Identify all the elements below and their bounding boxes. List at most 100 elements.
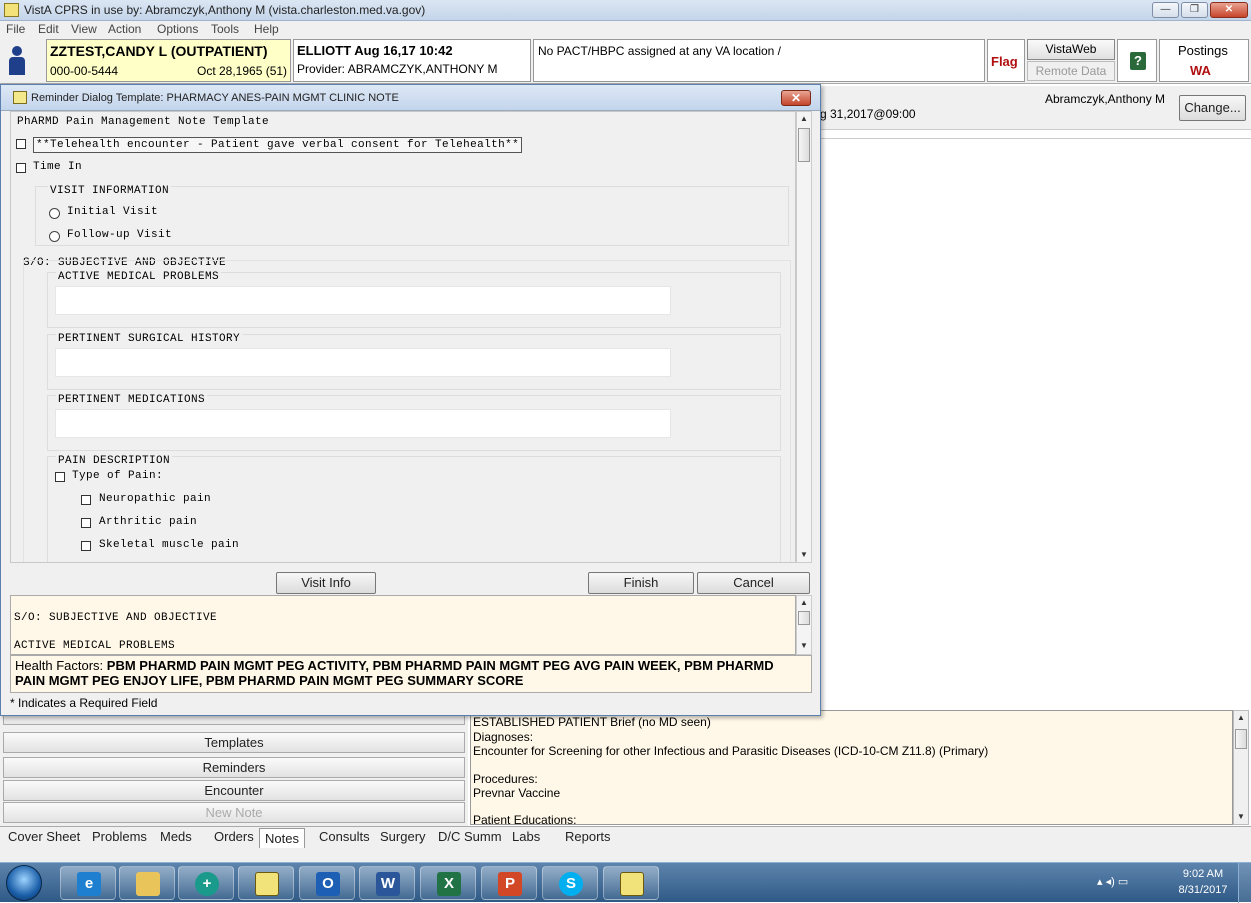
menu-options[interactable]: Options — [157, 22, 198, 36]
cprs-icon: + — [195, 872, 219, 896]
tab-consults[interactable]: Consults — [316, 829, 373, 844]
tab-dc-summ[interactable]: D/C Summ — [435, 829, 505, 844]
tab-meds[interactable]: Meds — [157, 829, 195, 844]
encounter-scrollbar[interactable]: ▲ ▼ — [1233, 710, 1249, 825]
encounter-button[interactable]: Encounter — [3, 780, 465, 801]
arthritic-pain-checkbox[interactable] — [81, 518, 91, 528]
encounter-summary[interactable]: ESTABLISHED PATIENT Brief (no MD seen) D… — [470, 710, 1233, 827]
flag-button[interactable]: Flag — [987, 39, 1025, 82]
tab-orders[interactable]: Orders — [211, 829, 257, 844]
menu-tools[interactable]: Tools — [211, 22, 239, 36]
scroll-up-icon[interactable]: ▲ — [1237, 713, 1245, 722]
telehealth-checkbox[interactable] — [16, 139, 26, 149]
taskbar-ie[interactable]: e — [60, 866, 116, 900]
taskbar-word[interactable]: W — [359, 866, 415, 900]
templates-button[interactable]: Templates — [3, 732, 465, 753]
tab-surgery[interactable]: Surgery — [377, 829, 429, 844]
followup-visit-radio[interactable] — [49, 231, 60, 242]
initial-visit-label: Initial Visit — [67, 206, 159, 218]
scroll-up-icon[interactable]: ▲ — [800, 114, 808, 123]
change-button[interactable]: Change... — [1179, 95, 1246, 121]
menu-file[interactable]: File — [6, 22, 25, 36]
clock-time[interactable]: 9:02 AM — [1179, 868, 1227, 880]
scroll-thumb[interactable] — [798, 128, 810, 162]
diagnosis-text: Encounter for Screening for other Infect… — [473, 744, 989, 758]
menu-view[interactable]: View — [71, 22, 97, 36]
skeletal-muscle-pain-checkbox[interactable] — [81, 541, 91, 551]
maximize-button[interactable]: ❐ — [1181, 2, 1208, 18]
finish-button[interactable]: Finish — [588, 572, 694, 594]
type-of-pain-checkbox[interactable] — [55, 472, 65, 482]
taskbar-notes[interactable] — [603, 866, 659, 900]
visit-info-label: Visit Info — [301, 575, 351, 590]
educations-label: Patient Educations: — [473, 813, 577, 827]
skeletal-muscle-pain-label: Skeletal muscle pain — [99, 539, 240, 551]
taskbar-cprs[interactable]: + — [178, 866, 234, 900]
note-text-pane[interactable]: g 31,2017@09:00 Abramczyk,Anthony M Chan… — [820, 86, 1251, 706]
procedure-text: Prevnar Vaccine — [473, 786, 561, 800]
taskbar-outlook[interactable]: O — [299, 866, 355, 900]
remote-data-button[interactable]: Remote Data — [1027, 61, 1115, 81]
postings-button[interactable]: Postings WA — [1159, 39, 1249, 82]
new-note-button[interactable]: New Note — [3, 802, 465, 823]
flag-label: Flag — [991, 54, 1018, 69]
type-of-pain-label: Type of Pain: — [72, 470, 164, 482]
preview-line-1: S/O: SUBJECTIVE AND OBJECTIVE — [14, 612, 218, 624]
tab-labs[interactable]: Labs — [509, 829, 543, 844]
scroll-thumb[interactable] — [798, 611, 810, 625]
initial-visit-radio[interactable] — [49, 208, 60, 219]
taskbar-powerpoint[interactable]: P — [481, 866, 537, 900]
scroll-thumb[interactable] — [1235, 729, 1247, 749]
start-button[interactable] — [6, 865, 42, 901]
help-button[interactable]: ? — [1117, 39, 1157, 82]
taskbar-skype[interactable]: S — [542, 866, 598, 900]
scroll-up-icon[interactable]: ▲ — [800, 598, 808, 607]
reminders-button[interactable]: Reminders — [3, 757, 465, 778]
taskbar-excel[interactable]: X — [420, 866, 476, 900]
menu-help[interactable]: Help — [254, 22, 279, 36]
scroll-down-icon[interactable]: ▼ — [1237, 812, 1245, 821]
preview-scrollbar[interactable]: ▲ ▼ — [796, 595, 812, 655]
tab-problems[interactable]: Problems — [89, 829, 150, 844]
taskbar: e + O W X P S ▴ ◂) ▭ 9:02 AM 8/31/2017 — [0, 862, 1251, 903]
cancel-button[interactable]: Cancel — [697, 572, 810, 594]
show-desktop-button[interactable] — [1238, 863, 1251, 903]
pact-box[interactable]: No PACT/HBPC assigned at any VA location… — [533, 39, 985, 82]
notepad-icon — [13, 91, 27, 104]
close-button[interactable]: ✕ — [1210, 2, 1248, 18]
active-problems-label: ACTIVE MEDICAL PROBLEMS — [56, 271, 222, 283]
internet-explorer-icon: e — [77, 872, 101, 896]
visit-info-button[interactable]: Visit Info — [276, 572, 376, 594]
tab-notes[interactable]: Notes — [259, 828, 305, 848]
scroll-down-icon[interactable]: ▼ — [800, 550, 808, 559]
medications-memo[interactable] — [55, 409, 671, 438]
taskbar-explorer[interactable] — [119, 866, 175, 900]
template-title: PhARMD Pain Management Note Template — [17, 116, 270, 128]
menu-action[interactable]: Action — [108, 22, 141, 36]
active-problems-memo[interactable] — [55, 286, 671, 315]
folder-icon — [136, 872, 160, 896]
finish-label: Finish — [623, 575, 659, 590]
taskbar-notepad[interactable] — [238, 866, 294, 900]
neuropathic-pain-checkbox[interactable] — [81, 495, 91, 505]
surgical-history-memo[interactable] — [55, 348, 671, 377]
tab-cover-sheet[interactable]: Cover Sheet — [5, 829, 83, 844]
tray-icons[interactable]: ▴ ◂) ▭ — [1097, 875, 1128, 888]
form-scrollbar[interactable]: ▲ ▼ — [796, 111, 812, 563]
scroll-down-icon[interactable]: ▼ — [800, 641, 808, 650]
note-date: g 31,2017@09:00 — [820, 107, 916, 121]
time-in-checkbox[interactable] — [16, 163, 26, 173]
dialog-close-button[interactable]: ✕ — [781, 90, 811, 106]
note-preview[interactable]: S/O: SUBJECTIVE AND OBJECTIVE ACTIVE MED… — [10, 595, 796, 655]
templates-label: Templates — [204, 735, 264, 750]
patient-info-box[interactable]: ZZTEST,CANDY L (OUTPATIENT) 000-00-5444 … — [46, 39, 291, 82]
menu-edit[interactable]: Edit — [38, 22, 59, 36]
procedures-label: Procedures: — [473, 772, 538, 786]
tab-reports[interactable]: Reports — [562, 829, 614, 844]
clock-date[interactable]: 8/31/2017 — [1173, 884, 1233, 896]
minimize-button[interactable]: — — [1152, 2, 1179, 18]
surgical-history-label: PERTINENT SURGICAL HISTORY — [56, 333, 243, 345]
vistaweb-button[interactable]: VistaWeb — [1027, 39, 1115, 60]
provider-info-box[interactable]: ELLIOTT Aug 16,17 10:42 Provider: ABRAMC… — [293, 39, 531, 82]
followup-visit-label: Follow-up Visit — [67, 229, 173, 241]
